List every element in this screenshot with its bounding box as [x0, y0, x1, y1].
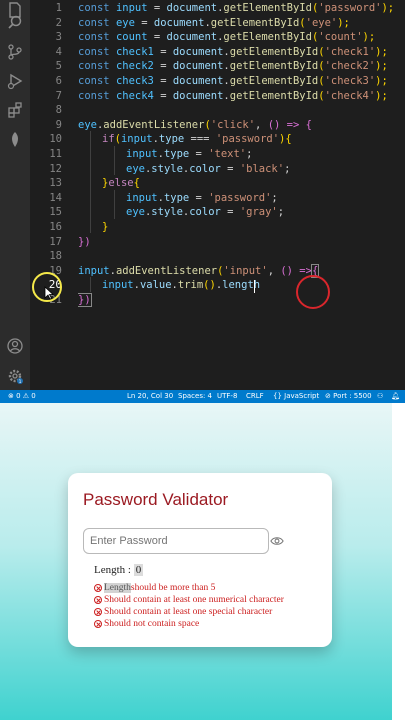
search-icon[interactable]: [5, 13, 25, 33]
line-number: 3: [55, 31, 62, 44]
eye-icon[interactable]: [270, 535, 284, 547]
line-number: 7: [55, 89, 62, 102]
bell-icon[interactable]: 🔔︎: [391, 390, 400, 403]
code-line: }): [78, 293, 92, 307]
code-line: }else{: [102, 177, 140, 190]
mongodb-leaf-icon[interactable]: [5, 130, 25, 150]
rule-numerical: Should contain at least one numerical ch…: [94, 595, 284, 605]
code-line: const count = document.getElementById('c…: [78, 31, 376, 44]
length-label: Length :: [94, 564, 134, 576]
x-circle-icon: [94, 620, 102, 628]
code-line-current: input.value.trim().length: [102, 279, 261, 292]
line-ending[interactable]: CRLF: [246, 390, 264, 403]
code-line: input.type = 'text';: [126, 148, 253, 160]
click-highlight-ring: [296, 275, 330, 309]
code-line: }: [102, 221, 109, 233]
code-line: input.type = 'password';: [126, 191, 278, 204]
code-line: const check4 = document.getElementById('…: [78, 89, 388, 102]
code-line: const check1 = document.getElementById('…: [78, 45, 388, 58]
line-number: 17: [49, 235, 62, 248]
line-number: 11: [49, 148, 62, 160]
line-number-gutter: 1 2 3 4 5 6 7 8 9 10 11 12 13 14 15 16 17 18 19 20 21: [30, 0, 66, 390]
code-editor[interactable]: 1 1 2 3 4 5 6 7 8 9 10 11 12 13 14 15 16 17 18 19 20 21 cons…: [0, 0, 405, 390]
code-line: const input = document.getElementById('p…: [78, 2, 395, 14]
svg-text:1: 1: [19, 379, 22, 385]
line-number: 1: [55, 2, 62, 14]
account-icon[interactable]: [5, 336, 25, 356]
code-line: eye.style.color = 'gray';: [126, 206, 285, 219]
line-number: 12: [49, 162, 62, 175]
status-bar: ⊗ 0 ⚠ 0 Ln 20, Col 30 Spaces: 4 UTF-8 CR…: [0, 390, 405, 403]
language-mode[interactable]: {} JavaScript: [273, 390, 319, 403]
line-number: 6: [55, 75, 62, 87]
accounts-icon[interactable]: ⚇: [377, 390, 383, 403]
line-number: 16: [49, 221, 62, 233]
length-value: 0: [133, 564, 144, 576]
x-circle-icon: [94, 596, 102, 604]
code-line: }): [78, 235, 91, 248]
line-number: 18: [49, 250, 62, 263]
source-control-icon[interactable]: [5, 42, 25, 62]
code-line: const eye = document.getElementById('eye…: [78, 16, 350, 29]
code-line: input.addEventListener('input', () =>{: [78, 263, 320, 278]
cursor-position[interactable]: Ln 20, Col 30: [127, 390, 173, 403]
x-circle-icon: [94, 584, 102, 592]
code-line: if(input.type === 'password'){: [102, 133, 292, 146]
activity-bar: 1: [0, 0, 30, 390]
live-server-port[interactable]: ⊘ Port : 5500: [325, 390, 372, 403]
encoding[interactable]: UTF-8: [217, 390, 237, 403]
browser-edge: [392, 403, 405, 720]
code-line: eye.style.color = 'black';: [126, 162, 291, 175]
page-title: Password Validator: [83, 490, 229, 509]
problems-indicator[interactable]: ⊗ 0 ⚠ 0: [8, 390, 36, 403]
line-number: 13: [49, 177, 62, 190]
validator-card: Password Validator Enter Password Length…: [68, 473, 332, 647]
line-number: 10: [49, 133, 62, 146]
x-circle-icon: [94, 608, 102, 616]
rule-length: Length should be more than 5: [94, 583, 215, 593]
code-area[interactable]: const input = document.getElementById('p…: [78, 0, 405, 390]
code-line: eye.addEventListener('click', () => {: [78, 118, 312, 131]
line-number: 2: [55, 16, 62, 29]
length-counter: Length : 0: [94, 564, 144, 576]
line-number: 8: [55, 104, 62, 117]
line-number: 4: [55, 45, 62, 58]
rule-special: Should contain at least one special char…: [94, 607, 272, 617]
text-caret: [254, 280, 255, 293]
line-number: 15: [49, 206, 62, 219]
line-number: 9: [55, 118, 62, 131]
extensions-icon[interactable]: [5, 100, 25, 120]
settings-gear-icon[interactable]: 1: [5, 366, 25, 386]
mouse-pointer-icon: [44, 286, 54, 300]
code-line: const check3 = document.getElementById('…: [78, 75, 388, 87]
code-line: const check2 = document.getElementById('…: [78, 60, 388, 73]
rule-space: Should not contain space: [94, 619, 199, 629]
line-number: 5: [55, 60, 62, 73]
indentation[interactable]: Spaces: 4: [178, 390, 212, 403]
run-debug-icon[interactable]: [5, 71, 25, 91]
password-input[interactable]: Enter Password: [83, 528, 269, 554]
line-number: 14: [49, 191, 62, 204]
